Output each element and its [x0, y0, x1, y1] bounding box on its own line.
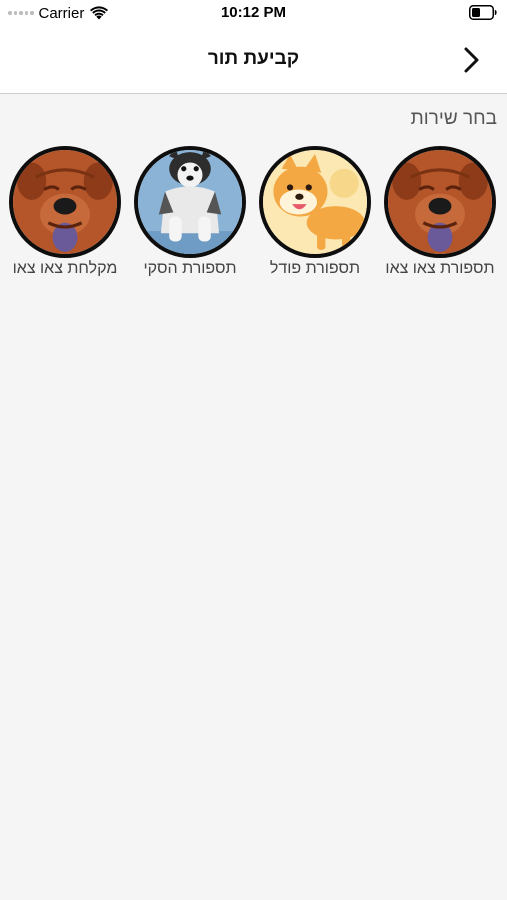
section-title: בחר שירות — [410, 108, 497, 129]
navigation-bar: קביעת תור — [0, 26, 507, 94]
status-bar: Carrier 10:12 PM — [0, 0, 507, 26]
battery-icon — [469, 5, 497, 20]
service-image — [134, 146, 246, 258]
shiba-dog-icon — [263, 150, 367, 254]
chow-chow-icon — [13, 150, 117, 254]
clock: 10:12 PM — [220, 4, 287, 21]
husky-dog-icon — [138, 150, 242, 254]
service-label: מקלחת צאו צאו — [12, 260, 118, 277]
service-carousel[interactable]: תספורת צאו צאו תספורת פודל תספורת הסקי מ… — [0, 146, 507, 286]
service-item[interactable]: מקלחת צאו צאו — [3, 146, 127, 286]
chevron-right-icon[interactable] — [462, 46, 482, 74]
service-image — [259, 146, 371, 258]
service-image — [9, 146, 121, 258]
chow-chow-icon — [388, 150, 492, 254]
page-title: קביעת תור — [207, 48, 300, 69]
service-image — [384, 146, 496, 258]
